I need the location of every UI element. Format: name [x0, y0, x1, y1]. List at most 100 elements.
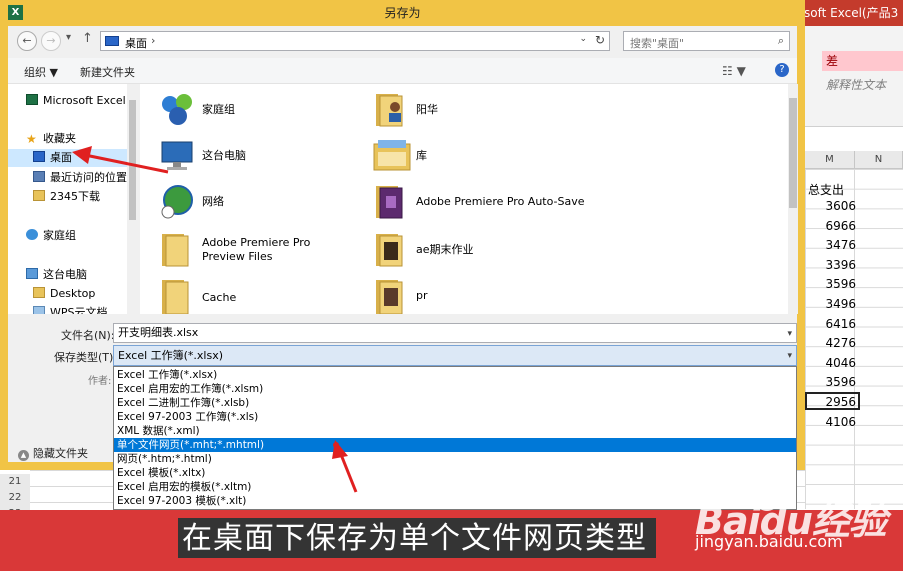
save-type-option[interactable]: XML 数据(*.xml) — [114, 424, 796, 438]
selected-cell[interactable] — [805, 392, 860, 410]
chevron-down-icon[interactable]: ▾ — [787, 347, 792, 366]
recent-icon — [33, 171, 45, 182]
save-type-option[interactable]: 网页(*.htm;*.html) — [114, 452, 796, 466]
cloud-icon — [33, 306, 45, 314]
desktop-icon — [105, 36, 119, 46]
spreadsheet-cell[interactable]: 6416 — [808, 315, 858, 334]
recent-locations-icon[interactable]: ▾ — [66, 32, 71, 43]
file-item-premiere-autosave[interactable]: Adobe Premiere Pro Auto-Save — [372, 182, 632, 222]
forward-button[interactable]: → — [41, 31, 61, 51]
author-label: 作者: — [88, 376, 112, 387]
spreadsheet-cell[interactable]: 3396 — [808, 256, 858, 275]
spreadsheet-cell[interactable]: 4046 — [808, 354, 858, 373]
chevron-right-icon[interactable]: › — [151, 34, 155, 47]
file-item-pr[interactable]: pr — [372, 276, 592, 314]
chevron-down-icon[interactable]: ⌄ — [579, 34, 587, 44]
computer-icon — [161, 141, 193, 170]
cell-style-bad[interactable]: 差 — [822, 51, 903, 71]
folder-icon — [376, 234, 403, 267]
folder-icon — [162, 280, 189, 314]
search-input[interactable]: 搜索"桌面" ⌕ — [623, 31, 790, 51]
network-icon — [161, 185, 193, 219]
save-type-select[interactable]: Excel 工作簿(*.xlsx) ▾ — [113, 345, 797, 366]
sidebar-item-this-pc[interactable]: 这台电脑 — [26, 266, 138, 284]
file-item-network[interactable]: 网络 — [158, 182, 358, 222]
column-header-n[interactable]: N — [855, 151, 903, 169]
file-item-label: 库 — [416, 149, 427, 162]
save-type-option[interactable]: Excel 模板(*.xltx) — [114, 466, 796, 480]
save-type-option[interactable]: Excel 启用宏的模板(*.xltm) — [114, 480, 796, 494]
sidebar-item-homegroup[interactable]: 家庭组 — [26, 227, 138, 245]
save-type-option[interactable]: Excel 启用宏的工作簿(*.xlsm) — [114, 382, 796, 396]
file-item-this-pc[interactable]: 这台电脑 — [158, 136, 358, 176]
sidebar-item-microsoft-excel[interactable]: Microsoft Excel — [26, 92, 138, 110]
folder-icon — [376, 280, 403, 314]
file-item-ae-homework[interactable]: ae期末作业 — [372, 230, 592, 270]
spreadsheet-cell[interactable]: 3496 — [808, 295, 858, 314]
file-item-label: Adobe Premiere Pro Preview Files — [202, 236, 311, 263]
spreadsheet-cell[interactable]: 3596 — [808, 373, 858, 392]
desktop-icon — [33, 151, 45, 162]
sidebar-item-wps-cloud[interactable]: WPS云文档 — [33, 304, 138, 314]
sidebar-item-label: Desktop — [50, 287, 96, 300]
column-header-m[interactable]: M — [805, 151, 855, 169]
sidebar-item-desktop-folder[interactable]: Desktop — [33, 285, 138, 303]
chevron-down-icon[interactable]: ▾ — [787, 325, 792, 343]
help-icon[interactable]: ? — [775, 63, 789, 77]
back-button[interactable]: ← — [17, 31, 37, 51]
address-bar[interactable]: 桌面 › ⌄ ↻ — [100, 31, 610, 51]
search-placeholder: 搜索"桌面" — [630, 37, 685, 50]
file-list-scrollbar-thumb[interactable] — [789, 98, 797, 208]
file-item-label: 网络 — [202, 195, 224, 208]
formula-bar[interactable] — [805, 126, 903, 152]
sidebar-item-label: Microsoft Excel — [43, 94, 126, 107]
save-type-option[interactable]: Excel 工作簿(*.xlsx) — [114, 368, 796, 382]
save-type-dropdown: Excel 工作簿(*.xlsx) Excel 启用宏的工作簿(*.xlsm) … — [113, 366, 797, 510]
file-list: 家庭组 这台电脑 网络 Adobe Premiere Pro Preview F… — [140, 84, 788, 314]
search-icon[interactable]: ⌕ — [778, 34, 784, 48]
folder-icon — [33, 287, 45, 298]
file-item-user-folder[interactable]: 阳华 — [372, 90, 592, 130]
computer-icon — [26, 268, 38, 279]
spreadsheet-cell[interactable]: 4276 — [808, 334, 858, 353]
new-folder-button[interactable]: 新建文件夹 — [80, 64, 135, 80]
save-type-option[interactable]: Excel 97-2003 工作簿(*.xls) — [114, 410, 796, 424]
hide-folders-button[interactable]: ▲ 隐藏文件夹 — [18, 445, 88, 461]
organize-button[interactable]: 组织 ▼ — [24, 64, 58, 80]
sidebar-item-label: WPS云文档 — [50, 306, 108, 314]
row-header[interactable]: 21 — [0, 474, 30, 491]
save-type-option[interactable]: Excel 二进制工作簿(*.xlsb) — [114, 396, 796, 410]
file-item-cache[interactable]: Cache — [158, 276, 358, 314]
save-type-option[interactable]: Excel 97-2003 模板(*.xlt) — [114, 494, 796, 508]
excel-icon — [26, 94, 38, 105]
filename-input[interactable]: 开支明细表.xlsx ▾ — [113, 323, 797, 343]
sidebar-item-2345-downloads[interactable]: 2345下载 — [33, 188, 138, 206]
sidebar-item-label: 收藏夹 — [43, 132, 76, 145]
folder-icon — [33, 190, 45, 201]
caption-text: 在桌面下保存为单个文件网页类型 — [182, 521, 647, 556]
dialog-title: 另存为 — [384, 6, 421, 20]
save-type-value: Excel 工作簿(*.xlsx) — [118, 349, 224, 362]
spreadsheet-cell[interactable]: 3596 — [808, 275, 858, 294]
up-button[interactable]: ↑ — [82, 31, 93, 46]
address-text: 桌面 — [125, 37, 147, 50]
spreadsheet-cell[interactable]: 3606 — [808, 197, 858, 216]
file-item-homegroup[interactable]: 家庭组 — [158, 90, 358, 130]
file-item-premiere-preview[interactable]: Adobe Premiere Pro Preview Files — [158, 230, 368, 270]
spreadsheet-cell[interactable]: 6966 — [808, 217, 858, 236]
save-type-option-highlighted[interactable]: 单个文件网页(*.mht;*.mhtml) — [114, 438, 796, 452]
row-header[interactable]: 22 — [0, 490, 30, 507]
file-item-library[interactable]: 库 — [372, 136, 592, 176]
sidebar-item-recent[interactable]: 最近访问的位置 — [33, 169, 138, 187]
spreadsheet-cell[interactable]: 3476 — [808, 236, 858, 255]
view-options-icon[interactable]: ☷ ▼ — [722, 64, 746, 78]
spreadsheet-cell[interactable]: 4106 — [808, 413, 858, 432]
sidebar-item-favorites[interactable]: ★ 收藏夹 — [26, 130, 138, 148]
navigation-pane: Microsoft Excel ★ 收藏夹 桌面 最近访问的位置 2345下载 家… — [8, 84, 138, 314]
refresh-icon[interactable]: ↻ — [595, 33, 605, 47]
sidebar-item-label: 这台电脑 — [43, 268, 87, 281]
sidebar-item-desktop[interactable]: 桌面 — [8, 149, 128, 167]
navigation-scrollbar-thumb[interactable] — [129, 100, 136, 220]
library-icon — [373, 140, 411, 171]
cell-style-explanatory[interactable]: 解释性文本 — [822, 74, 903, 96]
